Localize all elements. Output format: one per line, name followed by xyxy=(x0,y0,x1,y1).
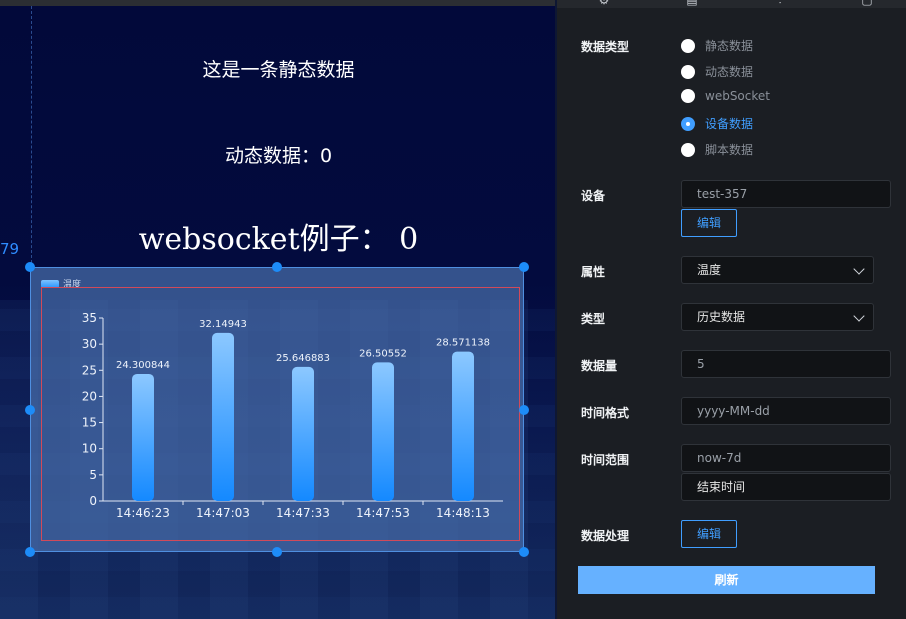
time-range-label: 时间范围 xyxy=(581,453,630,467)
canvas-top-bar xyxy=(0,0,557,6)
x-tick-label: 14:47:53 xyxy=(356,506,410,520)
bar xyxy=(212,332,234,501)
x-tick-label: 14:48:13 xyxy=(436,506,490,520)
radio-label: 静态数据 xyxy=(705,39,754,53)
bar-value-label: 24.300844 xyxy=(116,360,170,371)
device-label: 设备 xyxy=(581,189,606,203)
bar xyxy=(372,362,394,501)
device-input[interactable]: test-357 xyxy=(681,180,891,208)
radio-script[interactable]: 脚本数据 xyxy=(681,141,753,158)
time-range-end-input[interactable]: 结束时间 xyxy=(681,473,891,501)
dynamic-text-component[interactable]: 动态数据：0 xyxy=(0,141,557,168)
ruler-coordinate: 79 xyxy=(0,240,20,258)
radio-dynamic[interactable]: 动态数据 xyxy=(681,63,753,80)
attribute-select-value: 温度 xyxy=(697,263,722,277)
y-tick-label: 5 xyxy=(89,468,97,482)
document-icon[interactable]: ▤ xyxy=(685,0,699,6)
panel-tab-bar: ⚙ ▤ ⫶ ▢ xyxy=(557,0,906,8)
resize-handle-bottom-left[interactable] xyxy=(25,547,35,557)
count-input[interactable]: 5 xyxy=(681,350,891,378)
type-label: 类型 xyxy=(581,312,606,326)
resize-handle-top-left[interactable] xyxy=(25,262,35,272)
count-label: 数据量 xyxy=(581,359,618,373)
radio-circle[interactable] xyxy=(681,38,695,53)
time-format-label: 时间格式 xyxy=(581,406,630,420)
bar xyxy=(132,373,154,501)
radio-circle[interactable] xyxy=(681,142,695,157)
y-tick-label: 20 xyxy=(82,389,97,403)
radio-circle-selected[interactable] xyxy=(681,116,695,131)
bar-value-label: 32.14943 xyxy=(199,319,247,330)
resize-handle-bottom-right[interactable] xyxy=(519,547,529,557)
gear-icon[interactable]: ⚙ xyxy=(597,0,611,6)
y-tick-label: 35 xyxy=(82,311,97,325)
attribute-select[interactable]: 温度 xyxy=(681,256,874,284)
resize-handle-top-right[interactable] xyxy=(519,262,529,272)
x-tick-label: 14:47:03 xyxy=(196,506,250,520)
x-tick-label: 14:47:33 xyxy=(276,506,330,520)
y-tick-label: 10 xyxy=(82,442,97,456)
data-processing-label: 数据处理 xyxy=(581,529,630,543)
properties-panel: ⚙ ▤ ⫶ ▢ 数据类型 静态数据 动态数据 webSocket 设备数据 脚本… xyxy=(557,0,906,619)
radio-label: 动态数据 xyxy=(705,65,754,79)
attribute-label: 属性 xyxy=(581,265,606,279)
square-icon[interactable]: ▢ xyxy=(860,0,874,6)
radio-static[interactable]: 静态数据 xyxy=(681,37,753,54)
radio-websocket[interactable]: webSocket xyxy=(681,89,770,103)
bar-value-label: 25.646883 xyxy=(276,353,330,364)
bar-value-label: 28.571138 xyxy=(436,338,490,349)
radio-device[interactable]: 设备数据 xyxy=(681,115,753,132)
refresh-button[interactable]: 刷新 xyxy=(578,566,875,594)
data-type-label: 数据类型 xyxy=(581,40,630,54)
y-tick-label: 30 xyxy=(82,337,97,351)
type-select[interactable]: 历史数据 xyxy=(681,303,874,331)
processing-edit-button[interactable]: 编辑 xyxy=(681,520,737,548)
design-canvas[interactable]: 这是一条静态数据 动态数据：0 websocket例子： 0 79 温度 051… xyxy=(0,0,557,619)
static-text-component[interactable]: 这是一条静态数据 xyxy=(0,55,557,82)
websocket-text-component[interactable]: websocket例子： 0 xyxy=(0,214,557,258)
x-tick-label: 14:46:23 xyxy=(116,506,170,520)
device-edit-button[interactable]: 编辑 xyxy=(681,209,737,237)
chevron-down-icon xyxy=(853,263,865,275)
resize-handle-left[interactable] xyxy=(25,405,35,415)
bar xyxy=(452,351,474,501)
y-tick-label: 15 xyxy=(82,416,97,430)
resize-handle-bottom[interactable] xyxy=(272,547,282,557)
radio-circle[interactable] xyxy=(681,64,695,79)
bar xyxy=(292,366,314,501)
radio-circle[interactable] xyxy=(681,89,695,103)
bar-chart-component[interactable]: 温度 0 5 10 15 20 25 30 35 24.300844 14:46:23 32.149… xyxy=(30,267,524,552)
time-format-input[interactable]: yyyy-MM-dd xyxy=(681,397,891,425)
sliders-icon[interactable]: ⫶ xyxy=(773,0,787,6)
y-tick-label: 0 xyxy=(89,494,97,508)
radio-label: 脚本数据 xyxy=(705,143,754,157)
bar-chart-svg: 0 5 10 15 20 25 30 35 24.300844 14:46:23 32.14943 1… xyxy=(82,311,503,520)
chevron-down-icon xyxy=(853,310,865,322)
y-tick-label: 25 xyxy=(82,363,97,377)
resize-handle-top[interactable] xyxy=(272,262,282,272)
radio-label: webSocket xyxy=(705,89,770,103)
type-select-value: 历史数据 xyxy=(697,310,746,324)
bar-value-label: 26.50552 xyxy=(359,348,407,359)
radio-label: 设备数据 xyxy=(705,117,754,131)
time-range-start-input[interactable]: now-7d xyxy=(681,444,891,472)
resize-handle-right[interactable] xyxy=(519,405,529,415)
